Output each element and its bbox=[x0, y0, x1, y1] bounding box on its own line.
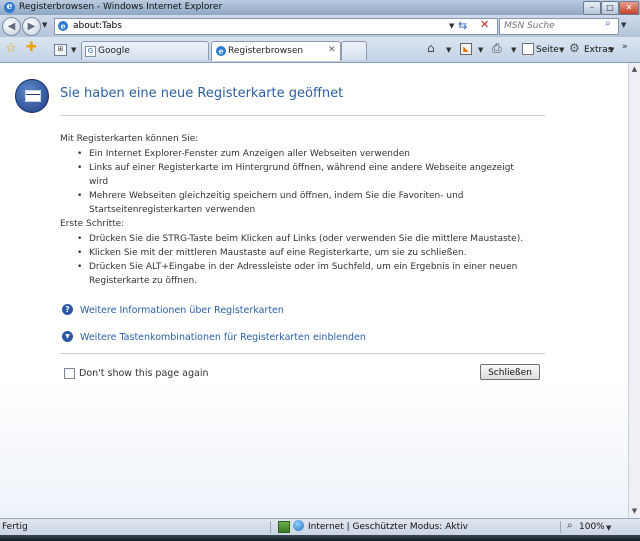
history-dropdown-icon[interactable]: ▼ bbox=[42, 21, 47, 29]
zoom-dropdown-icon[interactable]: ▼ bbox=[606, 524, 611, 532]
add-favorites-icon[interactable]: ✚ bbox=[26, 40, 37, 55]
search-icon[interactable]: ⌕ bbox=[605, 18, 611, 29]
shortcuts-link[interactable]: Weitere Tastenkombinationen für Register… bbox=[80, 332, 366, 343]
status-text: Fertig bbox=[2, 522, 28, 532]
tab-ie-icon: e bbox=[216, 46, 226, 56]
globe-icon bbox=[293, 520, 304, 531]
search-box[interactable] bbox=[499, 18, 619, 35]
new-tab-page-icon bbox=[15, 79, 49, 113]
tab-list-dropdown-icon[interactable]: ▼ bbox=[71, 46, 76, 54]
list-item: Drücken Sie ALT+Eingabe in der Adresslei… bbox=[60, 260, 534, 288]
list-item: Links auf einer Registerkarte im Hinterg… bbox=[60, 161, 530, 189]
back-button[interactable]: ◀ bbox=[2, 17, 21, 36]
dont-show-checkbox[interactable] bbox=[64, 368, 75, 379]
page-favicon-icon: e bbox=[58, 21, 68, 31]
list-item: Ein Internet Explorer-Fenster zum Anzeig… bbox=[60, 147, 530, 161]
scroll-up-icon[interactable]: ▲ bbox=[629, 64, 640, 75]
list-item: Drücken Sie die STRG-Taste beim Klicken … bbox=[60, 232, 530, 246]
tab-label: Registerbrowsen bbox=[228, 46, 304, 56]
divider bbox=[60, 115, 545, 116]
close-tab-icon[interactable]: ✕ bbox=[328, 45, 336, 55]
tab-google[interactable]: G Google bbox=[81, 41, 209, 60]
taskbar bbox=[0, 535, 640, 541]
list-item: Mehrere Webseiten gleichzeitig speichern… bbox=[60, 189, 509, 217]
minimize-button[interactable]: – bbox=[583, 1, 601, 15]
maximize-button[interactable]: □ bbox=[601, 1, 619, 15]
window-title: Registerbrowsen - Windows Internet Explo… bbox=[19, 2, 223, 12]
page-menu[interactable]: Seite bbox=[536, 45, 559, 55]
help-icon: ? bbox=[62, 304, 73, 315]
page-title: Sie haben eine neue Registerkarte geöffn… bbox=[60, 86, 344, 101]
refresh-icon[interactable]: ⇆ bbox=[458, 19, 467, 32]
feeds-dropdown-icon[interactable]: ▼ bbox=[478, 46, 483, 54]
print-dropdown-icon[interactable]: ▼ bbox=[511, 46, 516, 54]
quick-tabs-icon[interactable]: ⊞ bbox=[54, 44, 67, 56]
address-dropdown-icon[interactable]: ▼ bbox=[449, 22, 454, 30]
list-item: Klicken Sie mit der mittleren Maustaste … bbox=[60, 246, 530, 260]
tools-dropdown-icon[interactable]: ▼ bbox=[609, 46, 614, 54]
section-intro-getting-started: Erste Schritte: bbox=[60, 219, 125, 229]
search-options-icon[interactable]: ▼ bbox=[621, 21, 626, 29]
close-page-button[interactable]: Schließen bbox=[480, 364, 540, 380]
search-input[interactable] bbox=[504, 21, 599, 31]
close-window-button[interactable]: ✕ bbox=[619, 1, 639, 15]
home-icon[interactable]: ⌂ bbox=[427, 41, 435, 55]
address-input[interactable] bbox=[73, 21, 453, 31]
chevron-more-icon[interactable]: » bbox=[622, 42, 628, 52]
print-icon[interactable]: ⎙ bbox=[492, 41, 502, 56]
stop-icon[interactable]: ✕ bbox=[480, 18, 489, 31]
divider bbox=[60, 353, 545, 354]
getting-started-list: Drücken Sie die STRG-Taste beim Klicken … bbox=[60, 232, 530, 288]
dont-show-label: Don't show this page again bbox=[79, 368, 209, 379]
zoom-icon: ⌕ bbox=[567, 520, 573, 531]
page-dropdown-icon[interactable]: ▼ bbox=[559, 46, 564, 54]
tools-gear-icon: ⚙ bbox=[569, 41, 580, 55]
zone-icon bbox=[278, 521, 290, 533]
page-icon bbox=[522, 43, 534, 55]
tab-registerbrowsen[interactable]: e Registerbrowsen ✕ bbox=[211, 41, 341, 61]
address-bar[interactable]: e ▼ bbox=[54, 18, 498, 35]
vertical-scrollbar[interactable] bbox=[628, 63, 640, 518]
expand-chevron-icon[interactable]: ▼ bbox=[62, 331, 73, 342]
home-dropdown-icon[interactable]: ▼ bbox=[446, 46, 451, 54]
divider bbox=[560, 521, 561, 533]
tab-label: Google bbox=[98, 46, 130, 56]
benefits-list: Ein Internet Explorer-Fenster zum Anzeig… bbox=[60, 147, 530, 217]
new-tab-button[interactable] bbox=[341, 41, 367, 60]
google-favicon-icon: G bbox=[85, 46, 96, 57]
more-info-link[interactable]: Weitere Informationen über Registerkarte… bbox=[80, 305, 284, 316]
ie-logo-icon: e bbox=[4, 2, 15, 13]
zoom-level[interactable]: 100% bbox=[579, 522, 605, 532]
section-intro-tabs: Mit Registerkarten können Sie: bbox=[60, 134, 199, 144]
page-content bbox=[0, 63, 628, 518]
forward-button[interactable]: ▶ bbox=[22, 17, 41, 36]
security-zone[interactable]: Internet | Geschützter Modus: Aktiv bbox=[308, 522, 468, 532]
scroll-down-icon[interactable]: ▼ bbox=[629, 506, 640, 517]
divider bbox=[270, 521, 271, 533]
favorites-center-icon[interactable]: ☆ bbox=[5, 41, 17, 56]
feeds-icon[interactable]: ◣ bbox=[460, 43, 472, 55]
